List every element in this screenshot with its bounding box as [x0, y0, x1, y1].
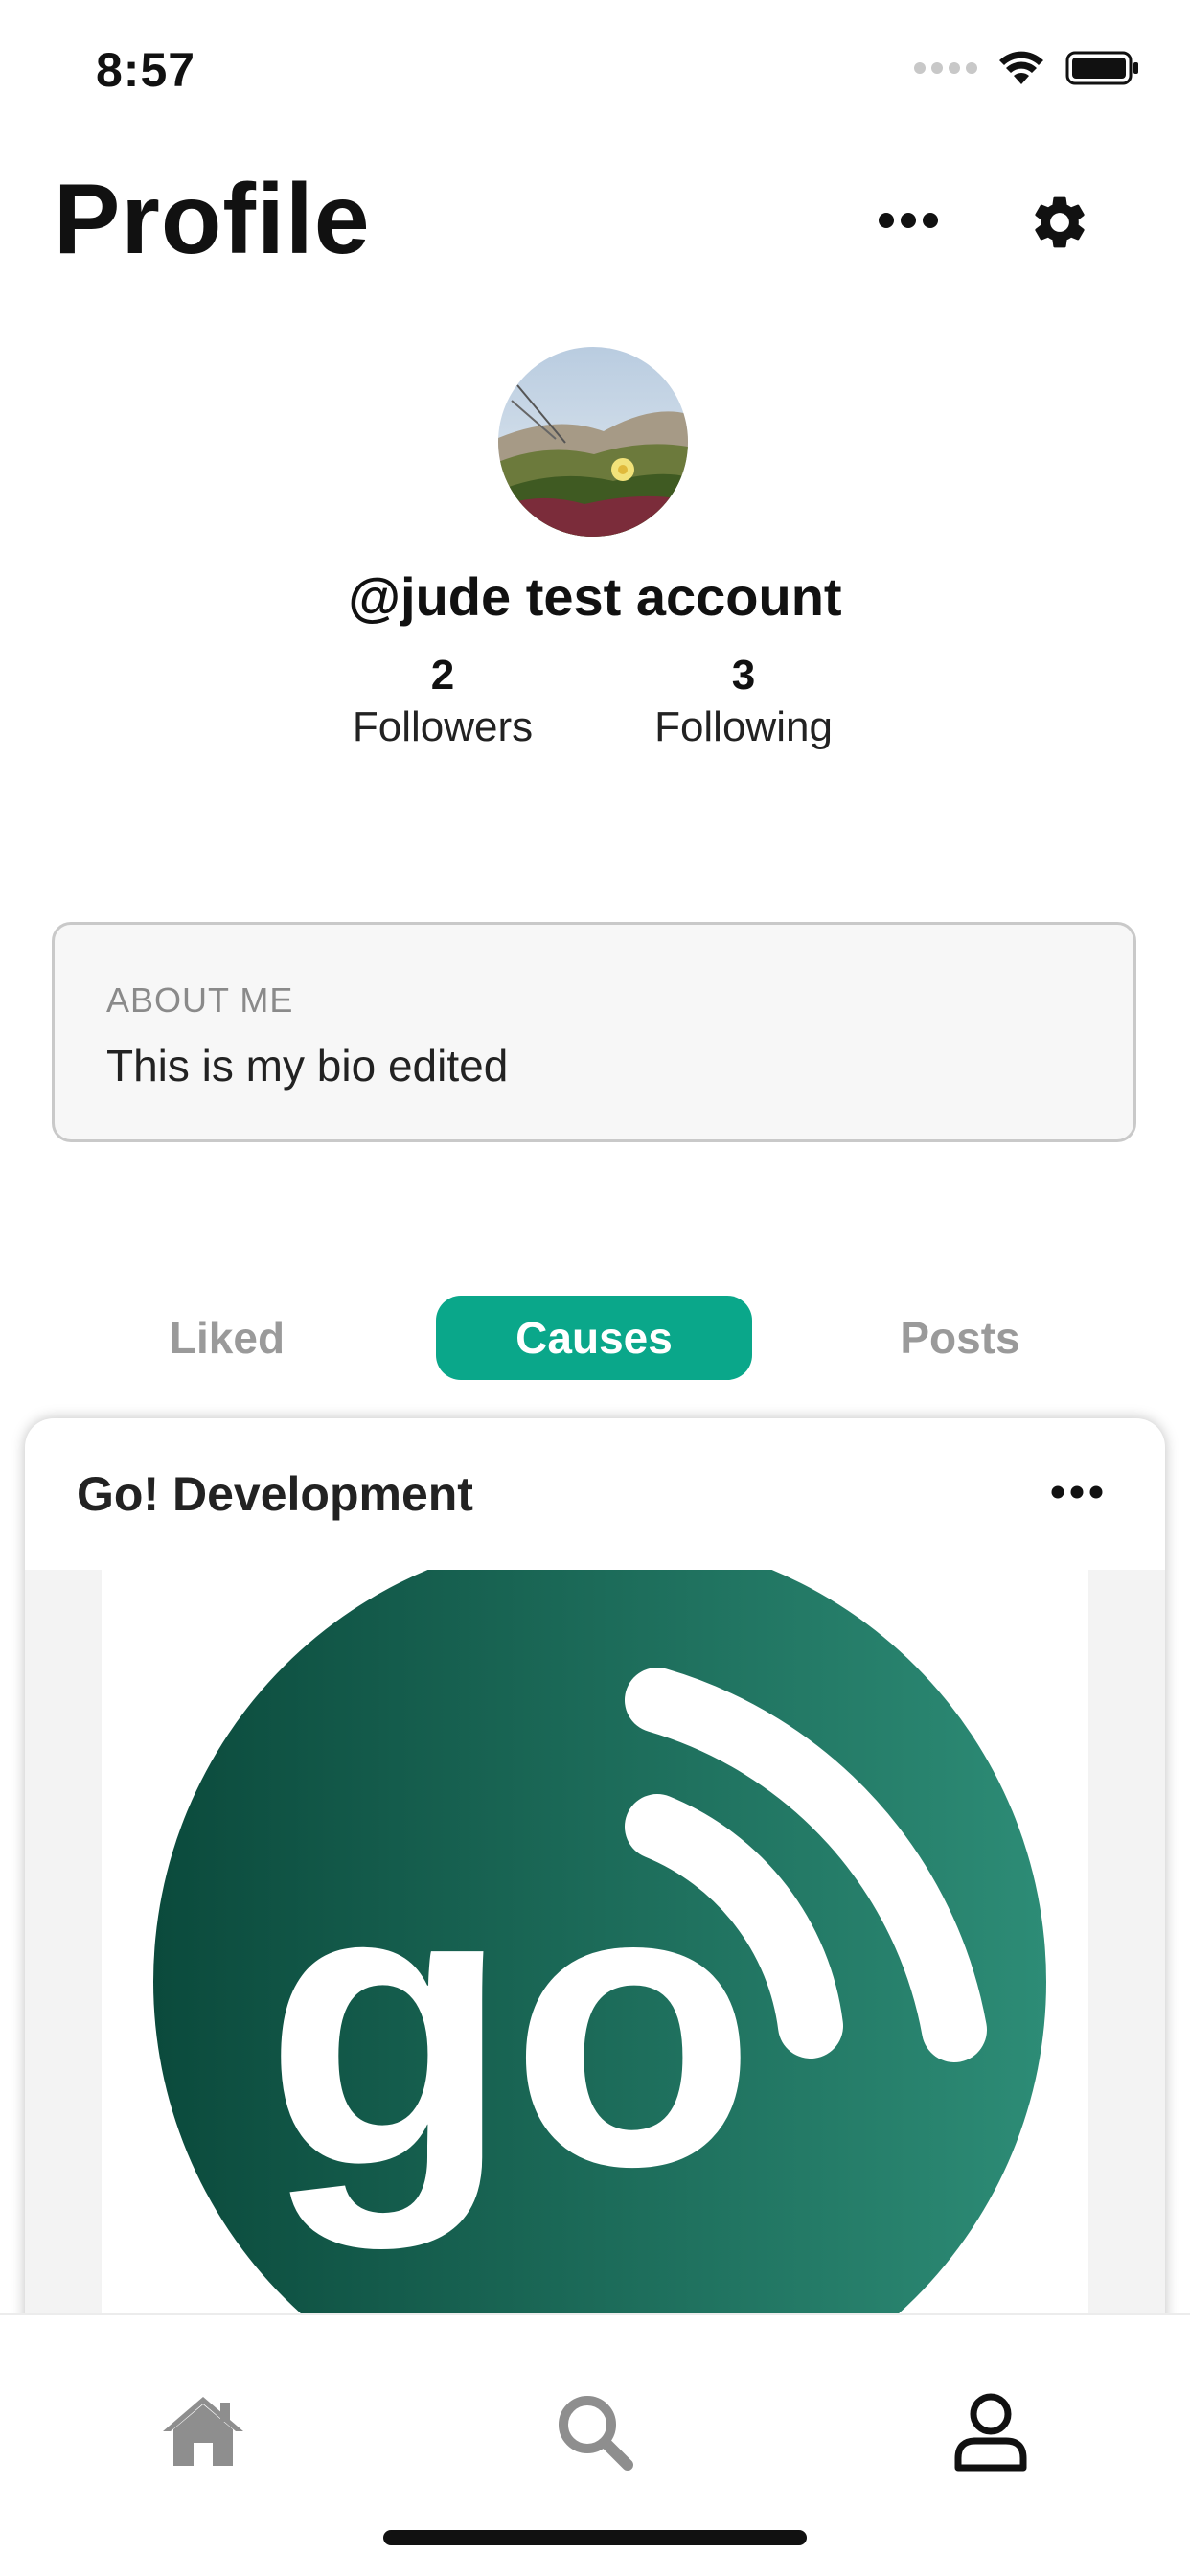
page-title: Profile	[54, 164, 371, 275]
about-me-text: This is my bio edited	[106, 1041, 509, 1091]
settings-button[interactable]	[1021, 184, 1098, 261]
home-indicator	[383, 2530, 807, 2545]
logo-wordmark: go	[264, 1801, 756, 2252]
cause-card[interactable]: Go! Development go	[25, 1418, 1165, 2377]
nav-profile-button[interactable]	[933, 2379, 1048, 2484]
following-label: Following	[654, 703, 833, 750]
following-count: 3	[731, 652, 756, 699]
followers-label: Followers	[352, 703, 534, 750]
ellipsis-icon	[1051, 1485, 1103, 1499]
more-options-button[interactable]	[870, 192, 947, 249]
about-me-heading: ABOUT ME	[106, 980, 294, 1020]
home-icon	[163, 2397, 243, 2466]
status-time: 8:57	[96, 43, 196, 97]
user-icon	[954, 2393, 1027, 2472]
cause-logo: go	[102, 1570, 1088, 2377]
profile-screen: 8:57 Profile @jude test account 2 Follow…	[0, 0, 1190, 2576]
gear-icon	[1035, 196, 1085, 248]
cause-title: Go! Development	[77, 1467, 473, 1521]
cause-image-area: go	[25, 1570, 1165, 2377]
following-stat[interactable]: 3 Following	[629, 652, 858, 751]
search-icon	[559, 2396, 633, 2471]
avatar[interactable]	[498, 347, 688, 537]
go-logo: go	[153, 1570, 1046, 2377]
status-icons	[914, 50, 1140, 86]
tab-causes[interactable]: Causes	[436, 1296, 752, 1380]
username: @jude test account	[348, 566, 842, 627]
tab-liked[interactable]: Liked	[115, 1296, 339, 1380]
ellipsis-icon	[879, 213, 938, 228]
cause-more-button[interactable]	[1039, 1468, 1115, 1516]
about-me-card: ABOUT ME This is my bio edited	[52, 922, 1136, 1142]
tab-posts[interactable]: Posts	[843, 1296, 1077, 1380]
nav-home-button[interactable]	[146, 2379, 261, 2484]
status-bar: 8:57	[0, 0, 1190, 144]
nav-search-button[interactable]	[537, 2379, 652, 2484]
wifi-icon	[999, 51, 1043, 84]
cellular-signal-icon	[914, 62, 977, 74]
battery-icon	[1065, 51, 1138, 85]
followers-stat[interactable]: 2 Followers	[326, 652, 560, 751]
followers-count: 2	[430, 652, 455, 699]
avatar-photo	[498, 347, 688, 537]
